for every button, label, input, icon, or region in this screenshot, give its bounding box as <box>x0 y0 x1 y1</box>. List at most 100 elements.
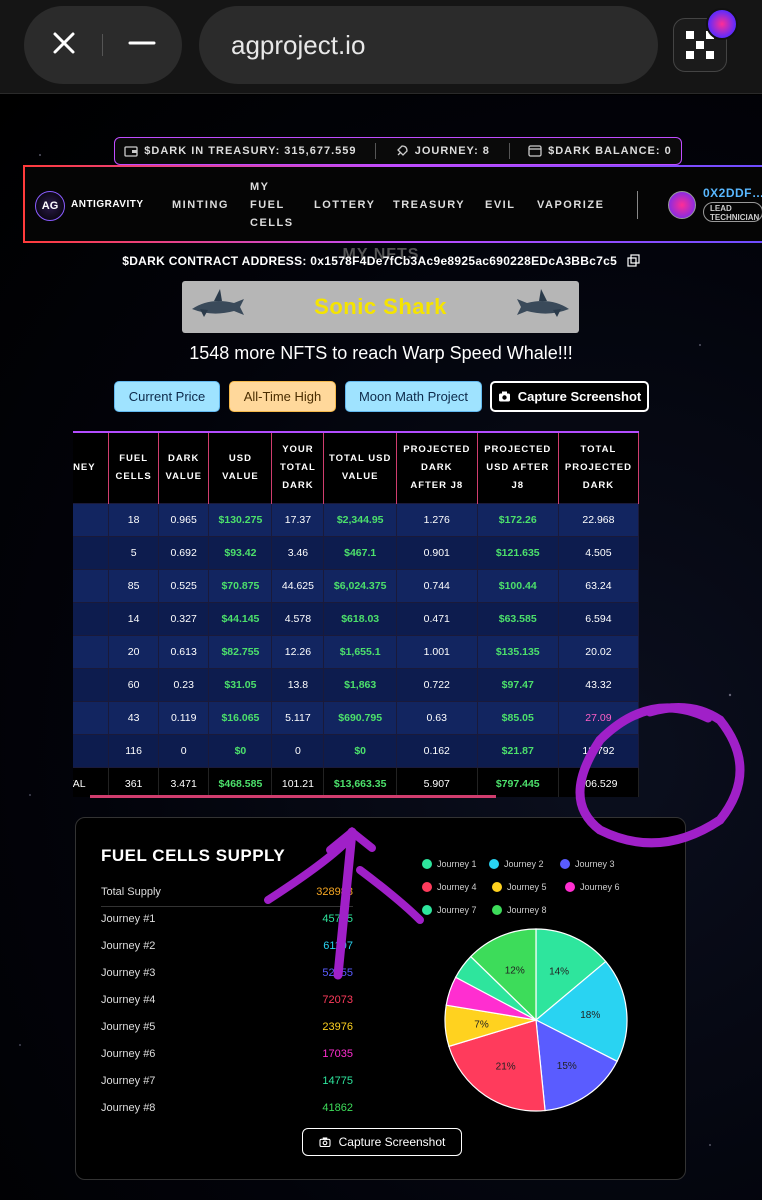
legend-swatch <box>492 882 502 892</box>
table-scrollbar[interactable] <box>90 795 496 798</box>
legend-item[interactable]: Journey 4 <box>422 882 477 892</box>
legend-item[interactable]: Journey 7 <box>422 905 477 915</box>
antigravity-logo[interactable]: AG <box>35 191 65 221</box>
nav-minting[interactable]: MINTING <box>172 199 229 211</box>
capture-screenshot-button-2[interactable]: Capture Screenshot <box>302 1128 462 1156</box>
current-price-button[interactable]: Current Price <box>114 381 220 412</box>
table-cell: $82.755 <box>208 634 273 669</box>
supply-label: Journey #3 <box>101 967 156 979</box>
table-cell: 0 <box>157 733 210 768</box>
table-cell: $31.05 <box>208 667 273 702</box>
table-cell: $690.795 <box>323 700 397 735</box>
table-cell: 20.02 <box>557 634 640 669</box>
minus-icon[interactable] <box>128 30 156 61</box>
capture-screenshot-button[interactable]: Capture Screenshot <box>490 381 649 412</box>
brand-name[interactable]: ANTIGRAVITY <box>71 199 144 210</box>
table-cell: $100.44 <box>476 568 559 603</box>
user-role-badge: LEAD TECHNICIAN <box>703 202 762 222</box>
table-cell: 43 <box>108 700 159 735</box>
table-cell: 0.162 <box>395 733 478 768</box>
fuel-cells-supply-card: FUEL CELLS SUPPLY Total Supply 328988 Jour… <box>75 817 686 1180</box>
table-cell: $1,655.1 <box>323 634 397 669</box>
table-cell: 3.46 <box>271 535 325 570</box>
table-cell: $135.135 <box>476 634 559 669</box>
col-header-usd-value: USD VALUE <box>208 431 273 503</box>
col-header-your-total-dark: YOUR TOTAL DARK <box>271 431 325 503</box>
table-cell: 0.525 <box>157 568 210 603</box>
table-cell: $21.87 <box>476 733 559 768</box>
legend-label: Journey 4 <box>437 882 477 892</box>
all-time-high-button[interactable]: All-Time High <box>229 381 336 412</box>
table-cell: $85.05 <box>476 700 559 735</box>
table-cell: $63.585 <box>476 601 559 636</box>
table-cell: 0 <box>271 733 325 768</box>
table-cell: 4.578 <box>271 601 325 636</box>
legend-label: Journey 6 <box>580 882 620 892</box>
copy-icon[interactable] <box>627 254 640 267</box>
table-row: 81160$00$00.162$21.8718.792 <box>73 733 640 768</box>
legend-swatch <box>565 882 575 892</box>
legend-item[interactable]: Journey 2 <box>489 859 544 869</box>
pie-percent-label: 14% <box>549 967 569 978</box>
balance-text: $DARK BALANCE: 0 <box>548 145 672 157</box>
capture-label: Capture Screenshot <box>338 1135 446 1149</box>
camera-icon <box>498 391 510 402</box>
table-row: 4140.327$44.1454.578$618.030.471$63.5856… <box>73 601 640 636</box>
legend-label: Journey 1 <box>437 859 477 869</box>
table-cell: 1.276 <box>395 502 478 537</box>
table-cell: 0.63 <box>395 700 478 735</box>
legend-item[interactable]: Journey 6 <box>565 882 620 892</box>
rank-banner: Sonic Shark <box>182 281 579 333</box>
supply-row: Total Supply 328988 <box>101 886 353 904</box>
camera-icon <box>319 1137 331 1147</box>
table-cell: 0.692 <box>157 535 210 570</box>
nav-treasury[interactable]: TREASURY <box>393 199 465 211</box>
table-row: 1180.965$130.27517.37$2,344.951.276$172.… <box>73 502 640 537</box>
supply-value: 41862 <box>322 1102 353 1114</box>
supply-row: Journey #6 17035 <box>101 1048 353 1066</box>
divider <box>101 906 353 907</box>
wallet-icon <box>124 146 138 157</box>
legend-item[interactable]: Journey 8 <box>492 905 547 915</box>
legend-item[interactable]: Journey 1 <box>422 859 477 869</box>
legend-item[interactable]: Journey 3 <box>560 859 615 869</box>
user-avatar[interactable] <box>668 191 696 219</box>
table-cell: $6,024.375 <box>323 568 397 603</box>
journey-table-container[interactable]: JOURNEY FUELCELLS DARKVALUE USDVALUE YOU… <box>73 431 683 797</box>
supply-label: Journey #2 <box>101 940 156 952</box>
table-cell: 5.907 <box>395 766 478 797</box>
supply-row: Journey #5 23976 <box>101 1021 353 1039</box>
legend-swatch <box>422 882 432 892</box>
col-header-journey: JOURNEY <box>73 431 110 503</box>
table-cell: 63.24 <box>557 568 640 603</box>
col-header-fuel-cells: FUEL CELLS <box>108 431 159 503</box>
supply-label: Journey #5 <box>101 1021 156 1033</box>
legend-label: Journey 2 <box>504 859 544 869</box>
nav-vaporize[interactable]: VAPORIZE <box>537 199 604 211</box>
table-cell: 14 <box>108 601 159 636</box>
table-cell: $70.875 <box>208 568 273 603</box>
legend-item[interactable]: Journey 5 <box>492 882 547 892</box>
supply-row: Journey #4 72073 <box>101 994 353 1012</box>
supply-title: FUEL CELLS SUPPLY <box>101 846 286 865</box>
table-row: 250.692$93.423.46$467.10.901$121.6354.50… <box>73 535 640 570</box>
table-cell: 0.327 <box>157 601 210 636</box>
table-cell: 27.09 <box>557 700 640 735</box>
col-header-total-projected-dark: TOTAL PROJECTED DARK <box>557 431 640 503</box>
table-cell: $0 <box>208 733 273 768</box>
stats-strip: $DARK IN TREASURY: 315,677.559 JOURNEY: … <box>114 137 682 165</box>
supply-row: Journey #7 14775 <box>101 1075 353 1093</box>
nav-lottery[interactable]: LOTTERY <box>314 199 375 211</box>
table-cell: 5.117 <box>271 700 325 735</box>
nav-evil[interactable]: EVIL <box>485 199 515 211</box>
moon-math-button[interactable]: Moon Math Project <box>345 381 482 412</box>
user-role-line1: LEAD <box>710 204 732 213</box>
divider <box>101 34 103 56</box>
close-icon[interactable] <box>51 30 77 61</box>
legend-swatch <box>422 859 432 869</box>
table-cell: $1,863 <box>323 667 397 702</box>
table-cell: $13,663.35 <box>323 766 397 797</box>
address-bar[interactable]: agproject.io <box>199 6 658 84</box>
table-cell: 60 <box>108 667 159 702</box>
user-address[interactable]: 0X2DDF… <box>703 186 762 200</box>
